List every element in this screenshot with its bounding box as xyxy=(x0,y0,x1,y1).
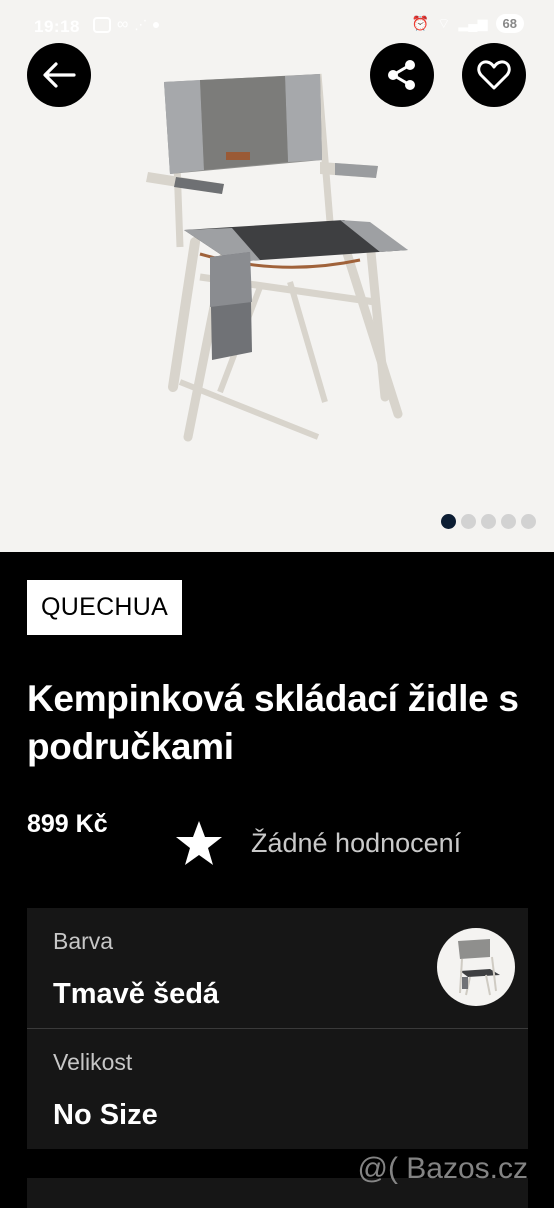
pager-dot[interactable] xyxy=(501,514,516,529)
rating-text: Žádné hodnocení xyxy=(251,827,462,858)
cell-signal-icon: ▂▄▆ xyxy=(458,15,488,31)
status-notification-icons: ∞ ⋰ xyxy=(93,16,160,34)
product-image-gallery[interactable]: 19:18 ∞ ⋰ ⏰ ⌔ ▂▄▆ 68 xyxy=(0,0,554,552)
color-label: Barva xyxy=(53,928,114,954)
favorite-button[interactable] xyxy=(462,43,526,107)
pager-dot[interactable] xyxy=(481,514,496,529)
color-value: Tmavě šedá xyxy=(53,978,220,1010)
size-value: No Size xyxy=(53,1099,158,1131)
status-bar: 19:18 ∞ ⋰ ⏰ ⌔ ▂▄▆ 68 xyxy=(0,0,554,54)
share-icon xyxy=(388,60,415,90)
chair-thumbnail xyxy=(458,939,500,996)
variant-selector: Barva Tmavě šedá Velikost No Size xyxy=(27,908,528,1149)
wifi-icon: ⌔ xyxy=(437,14,451,31)
infinity-icon: ∞ xyxy=(117,16,129,33)
product-price: 899 Kč xyxy=(27,810,108,838)
share-button[interactable] xyxy=(370,43,434,107)
arrow-left-icon xyxy=(43,62,76,88)
alarm-icon: ⏰ xyxy=(411,15,430,31)
back-button[interactable] xyxy=(27,43,91,107)
status-system-icons: ⏰ ⌔ ▂▄▆ 68 xyxy=(412,14,524,33)
battery-indicator: 68 xyxy=(495,14,524,33)
pager-dot[interactable] xyxy=(461,514,476,529)
product-photo xyxy=(146,73,408,442)
signal-off-icon: ⋰ xyxy=(134,17,148,32)
dot-icon xyxy=(153,22,160,28)
pager-dot[interactable] xyxy=(441,514,456,529)
size-selector[interactable]: Velikost No Size xyxy=(27,1029,528,1149)
product-title: Kempinková skládací židle s područkami xyxy=(27,678,519,767)
watermark: @( Bazos.cz xyxy=(357,1152,529,1185)
brand-tag[interactable]: QUECHUA xyxy=(27,580,183,635)
size-label: Velikost xyxy=(53,1049,133,1075)
notification-icon xyxy=(93,17,111,33)
gallery-pager[interactable] xyxy=(441,514,536,529)
pager-dot[interactable] xyxy=(521,514,536,529)
star-icon xyxy=(176,821,222,865)
color-selector[interactable]: Barva Tmavě šedá xyxy=(27,908,528,1029)
product-rating[interactable]: Žádné hodnocení xyxy=(175,820,461,866)
color-swatch[interactable] xyxy=(437,928,515,1006)
heart-icon xyxy=(477,60,511,90)
status-time: 19:18 xyxy=(34,17,80,36)
